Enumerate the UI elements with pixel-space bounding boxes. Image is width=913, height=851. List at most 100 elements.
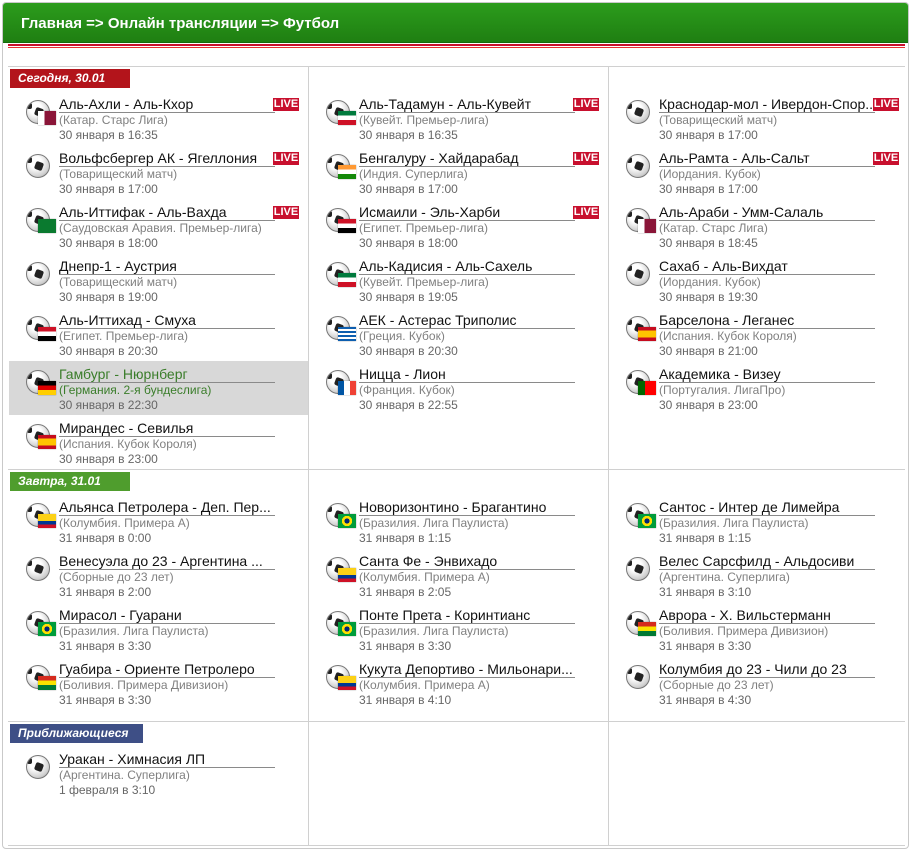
- match-item[interactable]: Аль-Иттифак - Аль-Вахда (Саудовская Арави…: [9, 199, 308, 253]
- match-teams-link[interactable]: Гуабира - Ориенте Петролеро: [59, 661, 275, 678]
- match-item[interactable]: Днепр-1 - Аустрия (Товарищеский матч) 30 я…: [9, 253, 308, 307]
- match-time: 1 февраля в 3:10: [59, 783, 156, 797]
- match-league: (Товарищеский матч): [59, 275, 178, 289]
- match-time: 31 января в 4:10: [359, 693, 452, 707]
- live-badge[interactable]: LIVE: [273, 152, 299, 165]
- match-item[interactable]: Гуабира - Ориенте Петролеро (Боливия. При…: [9, 656, 308, 710]
- match-league: (Египет. Премьер-лига): [359, 221, 488, 235]
- match-teams-link[interactable]: Аль-Иттихад - Смуха: [59, 312, 275, 329]
- flag-egypt-icon: [338, 219, 356, 233]
- match-item[interactable]: Аврора - Х. Вильстерманн (Боливия. Пример…: [609, 602, 908, 656]
- match-item[interactable]: Венесуэла до 23 - Аргентина ... (Сборные …: [9, 548, 308, 602]
- match-teams-link[interactable]: Кукута Депортиво - Мильонари...: [359, 661, 575, 678]
- match-item[interactable]: Понте Прета - Коринтианс (Бразилия. Лига …: [309, 602, 608, 656]
- match-teams-link[interactable]: Велес Сарсфилд - Альдосиви: [659, 553, 875, 570]
- match-item[interactable]: Уракан - Химнасия ЛП (Аргентина. Суперлиг…: [9, 746, 308, 800]
- match-item[interactable]: АЕК - Астерас Триполис (Греция. Кубок) 30 …: [309, 307, 608, 361]
- column-divider: [308, 722, 309, 845]
- match-league: (Португалия. ЛигаПро): [659, 383, 786, 397]
- match-item[interactable]: Новоризонтино - Брагантино (Бразилия. Лиг…: [309, 494, 608, 548]
- match-time: 31 января в 3:30: [59, 693, 152, 707]
- match-teams-link[interactable]: Исмаили - Эль-Харби: [359, 204, 575, 221]
- match-teams-link[interactable]: Аль-Иттифак - Аль-Вахда: [59, 204, 275, 221]
- match-time: 30 января в 19:05: [359, 290, 458, 304]
- match-teams-link[interactable]: Аль-Рамта - Аль-Сальт: [659, 150, 875, 167]
- match-teams-link[interactable]: Аль-Араби - Умм-Салаль: [659, 204, 875, 221]
- match-item[interactable]: Мирасол - Гуарани (Бразилия. Лига Паулист…: [9, 602, 308, 656]
- match-teams-link[interactable]: Академика - Визеу: [659, 366, 875, 383]
- match-item[interactable]: Сантос - Интер де Лимейра (Бразилия. Лига…: [609, 494, 908, 548]
- match-teams-link[interactable]: Гамбург - Нюрнберг: [59, 366, 275, 383]
- match-teams-link[interactable]: Колумбия до 23 - Чили до 23: [659, 661, 875, 678]
- match-item[interactable]: Мирандес - Севилья (Испания. Кубок Короля…: [9, 415, 308, 469]
- match-teams-link[interactable]: Ницца - Лион: [359, 366, 575, 383]
- section-today: Сегодня, 30.01 Аль-Ахли - Аль-Кхор (Катар…: [8, 66, 905, 469]
- match-teams-link[interactable]: Мирандес - Севилья: [59, 420, 275, 437]
- match-item[interactable]: Аль-Араби - Умм-Салаль (Катар. Старс Лига…: [609, 199, 908, 253]
- match-item[interactable]: Велес Сарсфилд - Альдосиви (Аргентина. Су…: [609, 548, 908, 602]
- match-teams-link[interactable]: Венесуэла до 23 - Аргентина ...: [59, 553, 275, 570]
- match-time: 31 января в 3:30: [659, 639, 752, 653]
- match-teams-link[interactable]: Санта Фе - Энвихадо: [359, 553, 575, 570]
- match-item[interactable]: Санта Фе - Энвихадо (Колумбия. Примера А)…: [309, 548, 608, 602]
- match-teams-link[interactable]: Аврора - Х. Вильстерманн: [659, 607, 875, 624]
- match-teams-link[interactable]: Уракан - Химнасия ЛП: [59, 751, 275, 768]
- match-teams-link[interactable]: Барселона - Леганес: [659, 312, 875, 329]
- live-badge[interactable]: LIVE: [273, 206, 299, 219]
- match-item[interactable]: Ницца - Лион (Франция. Кубок) 30 января в …: [309, 361, 608, 415]
- match-teams-link[interactable]: Аль-Тадамун - Аль-Кувейт: [359, 96, 575, 113]
- match-time: 31 января в 2:00: [59, 585, 152, 599]
- live-badge[interactable]: LIVE: [873, 152, 899, 165]
- match-item[interactable]: Сахаб - Аль-Вихдат (Иордания. Кубок) 30 ян…: [609, 253, 908, 307]
- match-item[interactable]: Аль-Кадисия - Аль-Сахель (Кувейт. Премьер…: [309, 253, 608, 307]
- match-teams-link[interactable]: Аль-Кадисия - Аль-Сахель: [359, 258, 575, 275]
- flag-spain-icon: [38, 435, 56, 449]
- match-item[interactable]: Барселона - Леганес (Испания. Кубок Корол…: [609, 307, 908, 361]
- match-time: 30 января в 16:35: [59, 128, 158, 142]
- match-item[interactable]: Аль-Иттихад - Смуха (Египет. Премьер-лига…: [9, 307, 308, 361]
- match-league: (Германия. 2-я бундеслига): [59, 383, 212, 397]
- match-league: (Катар. Старс Лига): [59, 113, 168, 127]
- breadcrumb[interactable]: Главная => Онлайн трансляции => Футбол: [21, 15, 339, 32]
- match-teams-link[interactable]: Альянса Петролера - Деп. Пер...: [59, 499, 275, 516]
- match-time: 30 января в 22:55: [359, 398, 458, 412]
- match-league: (Греция. Кубок): [359, 329, 445, 343]
- live-badge[interactable]: LIVE: [573, 152, 599, 165]
- flag-portugal-icon: [638, 381, 656, 395]
- match-teams-link[interactable]: Новоризонтино - Брагантино: [359, 499, 575, 516]
- flag-qatar-icon: [38, 111, 56, 125]
- match-item[interactable]: Краснодар-мол - Ивердон-Спор... (Товарище…: [609, 91, 908, 145]
- match-teams-link[interactable]: Мирасол - Гуарани: [59, 607, 275, 624]
- match-item[interactable]: Колумбия до 23 - Чили до 23 (Сборные до 2…: [609, 656, 908, 710]
- match-item[interactable]: Бенгалуру - Хайдарабад (Индия. Суперлига)…: [309, 145, 608, 199]
- match-item[interactable]: Аль-Рамта - Аль-Сальт (Иордания. Кубок) 30…: [609, 145, 908, 199]
- match-item[interactable]: Аль-Тадамун - Аль-Кувейт (Кувейт. Премьер…: [309, 91, 608, 145]
- live-badge[interactable]: LIVE: [573, 206, 599, 219]
- section-upcoming: Приближающиеся Уракан - Химнасия ЛП (Арге…: [8, 721, 905, 846]
- live-badge[interactable]: LIVE: [873, 98, 899, 111]
- match-teams-link[interactable]: Краснодар-мол - Ивердон-Спор...: [659, 96, 875, 113]
- match-teams-link[interactable]: АЕК - Астерас Триполис: [359, 312, 575, 329]
- match-teams-link[interactable]: Вольфсбергер АК - Ягеллония: [59, 150, 275, 167]
- match-item[interactable]: Кукута Депортиво - Мильонари... (Колумбия…: [309, 656, 608, 710]
- match-teams-link[interactable]: Аль-Ахли - Аль-Кхор: [59, 96, 275, 113]
- section-tomorrow: Завтра, 31.01 Альянса Петролера - Деп. П…: [8, 469, 905, 721]
- match-item[interactable]: Альянса Петролера - Деп. Пер... (Колумбия…: [9, 494, 308, 548]
- match-item[interactable]: Академика - Визеу (Португалия. ЛигаПро) 30…: [609, 361, 908, 415]
- match-teams-link[interactable]: Сахаб - Аль-Вихдат: [659, 258, 875, 275]
- match-teams-link[interactable]: Сантос - Интер де Лимейра: [659, 499, 875, 516]
- match-league: (Бразилия. Лига Паулиста): [359, 516, 509, 530]
- football-icon: [626, 262, 650, 286]
- match-item[interactable]: Аль-Ахли - Аль-Кхор (Катар. Старс Лига) 30…: [9, 91, 308, 145]
- match-teams-link[interactable]: Бенгалуру - Хайдарабад: [359, 150, 575, 167]
- match-time: 31 января в 3:30: [59, 639, 152, 653]
- match-teams-link[interactable]: Днепр-1 - Аустрия: [59, 258, 275, 275]
- match-teams-link[interactable]: Понте Прета - Коринтианс: [359, 607, 575, 624]
- match-league: (Аргентина. Суперлига): [59, 768, 190, 782]
- match-item[interactable]: Вольфсбергер АК - Ягеллония (Товарищеский…: [9, 145, 308, 199]
- live-badge[interactable]: LIVE: [273, 98, 299, 111]
- live-badge[interactable]: LIVE: [573, 98, 599, 111]
- match-item[interactable]: Исмаили - Эль-Харби (Египет. Премьер-лига…: [309, 199, 608, 253]
- flag-saudi-icon: [38, 219, 56, 233]
- match-item[interactable]: Гамбург - Нюрнберг (Германия. 2-я бундесл…: [9, 361, 308, 415]
